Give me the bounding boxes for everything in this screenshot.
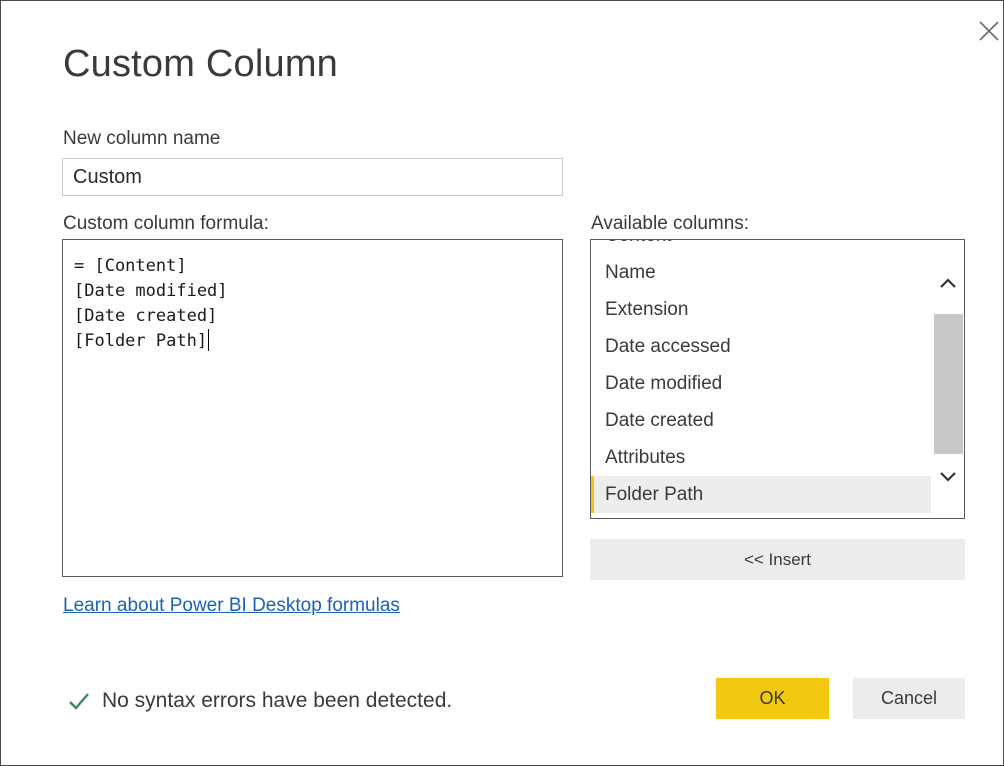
columns-list-items: Content Name Extension Date accessed Dat… — [591, 240, 931, 513]
checkmark-icon — [69, 693, 89, 710]
formula-line: [Date modified] — [74, 281, 228, 301]
chevron-up-icon — [939, 278, 956, 288]
scroll-thumb[interactable] — [934, 314, 963, 454]
custom-column-dialog: Custom Column New column name Custom Cus… — [0, 0, 1004, 766]
status-text: No syntax errors have been detected. — [102, 689, 453, 712]
scroll-down-button[interactable] — [931, 462, 964, 492]
syntax-status: No syntax errors have been detected. — [68, 689, 452, 713]
scroll-up-button[interactable] — [931, 268, 964, 298]
text-caret — [208, 329, 210, 351]
learn-formulas-link[interactable]: Learn about Power BI Desktop formulas — [63, 595, 400, 617]
cancel-button[interactable]: Cancel — [853, 678, 965, 719]
available-columns-list[interactable]: Content Name Extension Date accessed Dat… — [590, 239, 965, 519]
available-columns-label: Available columns: — [591, 213, 750, 234]
formula-editor[interactable]: = [Content] [Date modified] [Date create… — [62, 239, 563, 577]
column-item-folder-path[interactable]: Folder Path — [591, 476, 931, 513]
column-item-attributes[interactable]: Attributes — [591, 439, 931, 476]
column-item-content[interactable]: Content — [591, 240, 931, 254]
column-item-name[interactable]: Name — [591, 254, 931, 291]
formula-text: = [Content] [Date modified] [Date create… — [74, 254, 228, 354]
close-icon — [979, 21, 999, 41]
column-item-date-accessed[interactable]: Date accessed — [591, 328, 931, 365]
columns-scrollbar[interactable] — [931, 240, 964, 518]
column-item-extension[interactable]: Extension — [591, 291, 931, 328]
formula-line: [Date created] — [74, 306, 218, 326]
formula-line: = [Content] — [74, 256, 187, 276]
column-item-date-created[interactable]: Date created — [591, 402, 931, 439]
chevron-down-icon — [939, 472, 956, 482]
column-item-date-modified[interactable]: Date modified — [591, 365, 931, 402]
new-column-name-label: New column name — [63, 128, 221, 149]
formula-label: Custom column formula: — [63, 213, 269, 234]
new-column-name-input[interactable]: Custom — [62, 158, 563, 196]
formula-line: [Folder Path] — [74, 331, 208, 351]
ok-button[interactable]: OK — [716, 678, 829, 719]
dialog-title: Custom Column — [63, 43, 339, 85]
insert-button[interactable]: << Insert — [590, 539, 965, 580]
close-button[interactable] — [977, 19, 1001, 43]
